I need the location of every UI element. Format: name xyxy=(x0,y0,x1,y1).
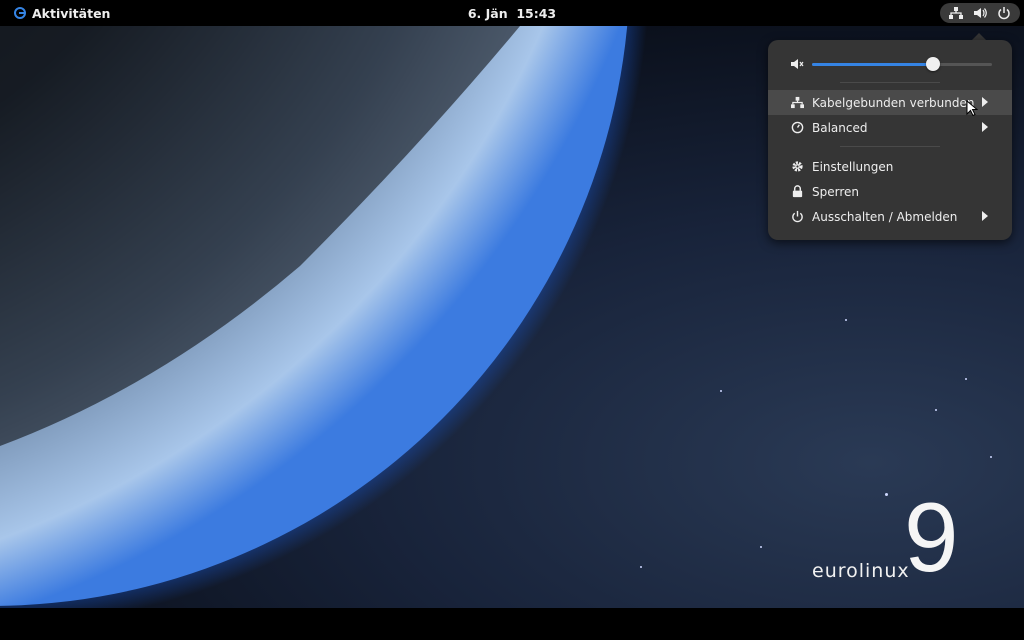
power-icon xyxy=(790,210,804,224)
power-icon[interactable] xyxy=(996,5,1012,21)
gear-icon xyxy=(790,160,804,174)
power-profile-icon xyxy=(790,121,804,135)
clock-label[interactable]: 6. Jän 15:43 xyxy=(468,6,556,21)
menu-item-power-profile[interactable]: Balanced xyxy=(768,115,1012,140)
network-wired-icon xyxy=(790,96,804,110)
wallpaper-logo-number: 9 xyxy=(904,482,959,592)
volume-slider[interactable] xyxy=(812,57,992,71)
menu-item-label: Ausschalten / Abmelden xyxy=(812,209,958,224)
menu-item-lock[interactable]: Sperren xyxy=(768,179,1012,204)
system-menu: Kabelgebunden verbunden Balanced Einstel… xyxy=(768,40,1012,240)
top-bar: Aktivitäten 6. Jän 15:43 xyxy=(0,0,1024,26)
lock-icon xyxy=(790,185,804,199)
submenu-arrow-icon xyxy=(982,122,988,132)
bottom-bar xyxy=(0,608,1024,640)
volume-icon[interactable] xyxy=(972,5,988,21)
menu-item-label: Sperren xyxy=(812,184,859,199)
submenu-arrow-icon xyxy=(982,211,988,221)
system-tray[interactable] xyxy=(940,3,1020,23)
menu-item-settings[interactable]: Einstellungen xyxy=(768,154,1012,179)
mouse-cursor-icon xyxy=(966,100,978,117)
menu-divider xyxy=(840,146,940,147)
menu-item-label: Einstellungen xyxy=(812,159,894,174)
activities-button[interactable]: Aktivitäten xyxy=(14,0,110,26)
volume-muted-icon[interactable] xyxy=(790,56,806,72)
activities-label: Aktivitäten xyxy=(32,5,111,21)
menu-pointer xyxy=(972,33,986,40)
submenu-arrow-icon xyxy=(982,97,988,107)
menu-item-label: Kabelgebunden verbunden xyxy=(812,95,975,110)
volume-row xyxy=(768,52,1012,76)
network-wired-icon[interactable] xyxy=(948,5,964,21)
eurolinux-logo-icon xyxy=(14,7,26,19)
clock: 6. Jän 15:43 xyxy=(0,0,1024,26)
menu-item-label: Balanced xyxy=(812,120,868,135)
volume-slider-fill xyxy=(812,63,933,66)
menu-item-power-off[interactable]: Ausschalten / Abmelden xyxy=(768,204,1012,229)
wallpaper-logo-text: eurolinux xyxy=(812,560,910,582)
volume-slider-knob[interactable] xyxy=(925,57,940,71)
menu-divider xyxy=(840,82,940,83)
